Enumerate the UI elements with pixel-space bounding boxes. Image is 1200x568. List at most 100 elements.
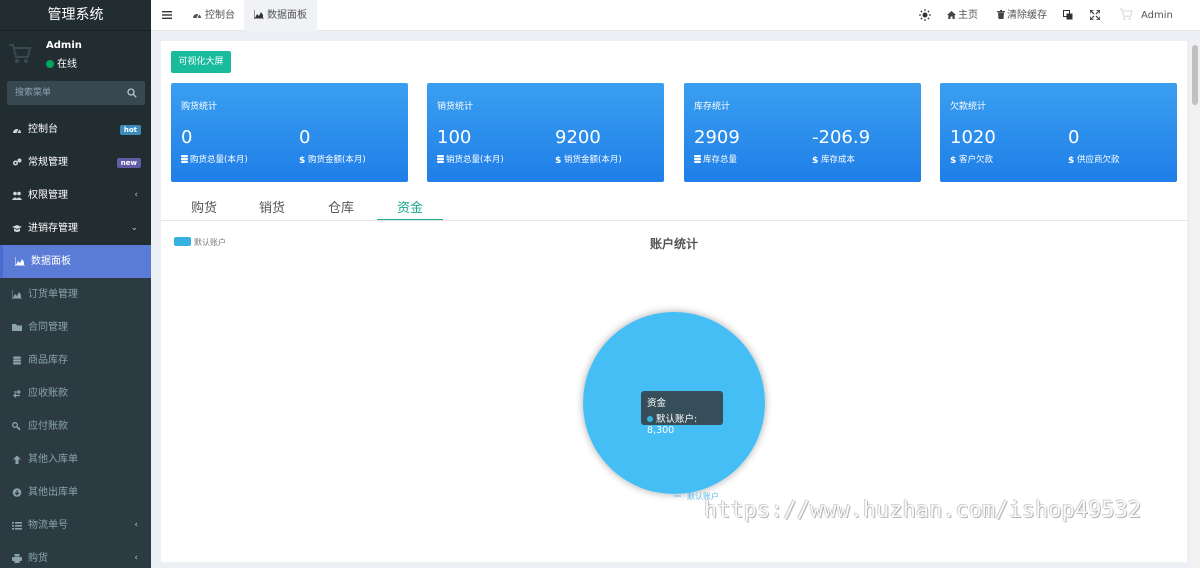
tab-funds[interactable]: 资金 [377,199,443,221]
tab-purchase[interactable]: 购货 [171,199,237,221]
sidebar-search [7,81,145,105]
tab-dashboard[interactable]: 控制台 [182,0,245,31]
card-left-value: 100 [437,127,472,148]
tooltip-value: 默认账户: 8,300 [647,414,698,436]
hamburger-menu-icon[interactable] [162,10,172,20]
tab-warehouse[interactable]: 仓库 [308,199,374,221]
card-left-label: 购货总量(本月) [181,153,248,165]
card-left-value: 2909 [694,127,740,148]
chart-tooltip: 资金 默认账户: 8,300 [641,391,723,436]
print-icon [12,554,22,563]
visual-screen-button[interactable]: 可视化大屏 [171,51,231,73]
sidebar-item-logistics[interactable]: 物流单号 ‹ [0,509,151,542]
sidebar: 管理系统 Admin 在线 控制台 hot 常规管理 new 权限管理 ‹ [0,0,151,568]
main-content: 可视化大屏 购货统计 0 0 购货总量(本月) $ 购货金额(本月) 销货统计 1… [161,41,1187,562]
card-left-label: $ 客户欠款 [950,155,994,165]
users-icon [12,191,22,200]
dollar-icon: $ [950,156,956,163]
new-badge: new [116,158,141,168]
sidebar-item-general[interactable]: 常规管理 new [0,146,151,179]
search-icon[interactable] [127,88,137,98]
card-right-label: $ 购货金额(本月) [299,155,366,165]
folder-icon [12,324,22,331]
app-title: 管理系统 [0,0,151,31]
svg-text:$: $ [555,156,561,163]
chevron-left-icon: ‹ [134,520,138,530]
translate-icon[interactable] [1063,10,1073,20]
tab-sales[interactable]: 销货 [239,199,305,221]
sidebar-item-other-inbound[interactable]: 其他入库单 [0,443,151,476]
online-dot-icon [46,60,54,68]
area-chart-icon [254,10,264,19]
watermark-text: https://www.huzhan.com/ishop49532 [704,498,1142,523]
home-icon [947,11,956,19]
svg-text:$: $ [1068,156,1074,163]
sales-stats-card: 销货统计 100 9200 销货总量(本月) $ 销货金额(本月) [427,83,664,182]
tabs-divider [161,220,1187,221]
card-left-value: 0 [181,127,193,148]
database-icon [694,155,701,163]
sidebar-item-data-panel[interactable]: 数据面板 [0,245,151,278]
sidebar-item-receivables[interactable]: 应收账款 [0,377,151,410]
area-chart-icon [15,257,25,266]
trash-icon [997,10,1005,19]
sidebar-item-dashboard[interactable]: 控制台 hot [0,113,151,146]
legend-label: 默认账户 [194,238,226,247]
card-left-value: 1020 [950,127,996,148]
dollar-icon: $ [555,156,561,163]
card-right-label: $ 供应商欠款 [1068,155,1120,165]
sidebar-item-orders[interactable]: 订货单管理 [0,278,151,311]
sidebar-item-contracts[interactable]: 合同管理 [0,311,151,344]
card-right-label: $ 库存成本 [812,155,856,165]
legend-swatch [174,237,191,246]
sidebar-item-inventory[interactable]: 进销存管理 ⌄ [0,212,151,245]
arrow-circle-down-icon [12,488,22,497]
user-status: 在线 [46,55,77,70]
user-panel: Admin 在线 [0,31,151,75]
user-menu[interactable]: Admin [1118,0,1173,31]
top-navbar: 控制台 数据面板 主页 清除缓存 Admin [151,0,1200,31]
home-link[interactable]: 主页 [947,0,978,31]
sidebar-menu: 控制台 hot 常规管理 new 权限管理 ‹ 进销存管理 ⌄ 数据面板 订货单… [0,113,151,568]
cart-avatar-icon [1119,8,1133,20]
chevron-down-icon: ⌄ [130,223,138,233]
arrow-up-icon [13,455,21,464]
chevron-left-icon: ‹ [134,190,138,200]
dollar-icon: $ [299,156,305,163]
card-right-value: 0 [299,127,311,148]
tab-data-panel[interactable]: 数据面板 [244,0,317,31]
list-icon [12,522,22,530]
sidebar-item-other-outbound[interactable]: 其他出库单 [0,476,151,509]
fullscreen-icon[interactable] [1090,10,1100,20]
dollar-icon: $ [812,156,818,163]
scrollbar-thumb[interactable] [1192,45,1198,105]
sidebar-item-permissions[interactable]: 权限管理 ‹ [0,179,151,212]
cogs-icon [13,158,22,166]
chart-legend[interactable]: 默认账户 [174,237,226,248]
sidebar-item-purchase[interactable]: 购货 ‹ [0,542,151,568]
database-icon [13,356,21,365]
search-input[interactable] [7,81,117,105]
chevron-left-icon: ‹ [134,553,138,563]
area-chart-icon [12,290,22,299]
sidebar-item-stock[interactable]: 商品库存 [0,344,151,377]
card-title: 购货统计 [181,102,218,112]
database-icon [437,155,444,163]
sidebar-item-payables[interactable]: 应付账款 [0,410,151,443]
card-title: 欠款统计 [950,102,987,112]
stock-stats-card: 库存统计 2909 -206.9 库存总量 $ 库存成本 [684,83,921,182]
card-right-value: 0 [1068,127,1080,148]
card-left-label: 库存总量 [694,153,737,165]
theme-sun-icon[interactable] [919,9,931,21]
clear-cache-button[interactable]: 清除缓存 [997,0,1047,31]
dashboard-icon [193,13,201,19]
card-right-label: $ 销货金额(本月) [555,155,622,165]
debt-stats-card: 欠款统计 1020 0 $ 客户欠款 $ 供应商欠款 [940,83,1177,182]
card-left-label: 销货总量(本月) [437,153,504,165]
database-icon [181,155,188,163]
chart-title: 账户统计 [649,237,698,251]
card-title: 销货统计 [437,102,474,112]
user-name: Admin [46,40,82,51]
page-scrollbar[interactable] [1190,41,1200,568]
svg-text:$: $ [950,156,956,163]
